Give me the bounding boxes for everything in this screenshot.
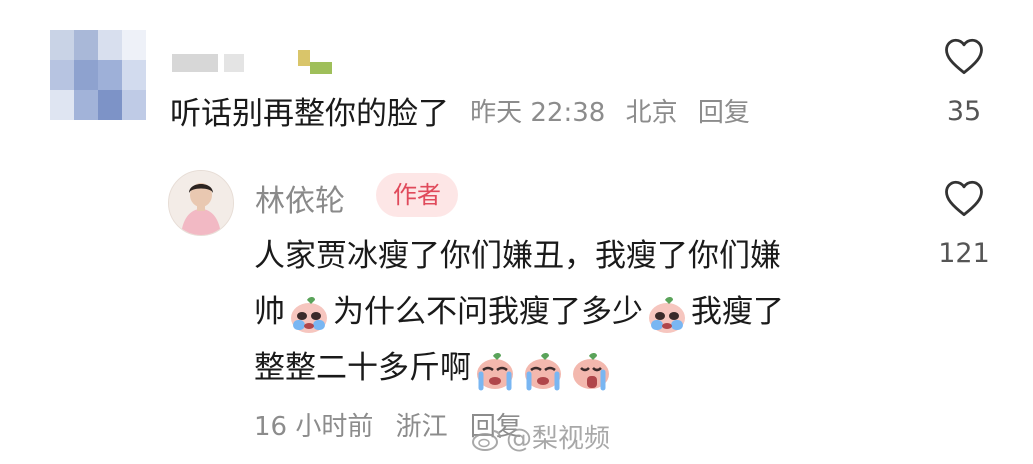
watermark: @梨视频 (472, 418, 610, 455)
comment-text: 听话别再整你的脸了 (170, 96, 449, 132)
reply-text: 人家贾冰瘦了你们嫌丑，我瘦了你们嫌 帅 为什么不问我瘦了多少 我瘦了 整整二十多… (254, 228, 894, 396)
wailing-emoji-icon (573, 352, 609, 390)
author-badge: 作者 (376, 173, 458, 217)
sobbing-emoji-icon (525, 352, 561, 390)
crying-emoji-icon (291, 296, 327, 333)
comment-time: 昨天 22:38 (470, 98, 606, 128)
reply-line-3: 整整二十多斤啊 (254, 340, 894, 396)
like-count: 35 (946, 96, 982, 127)
crying-emoji-icon (649, 296, 685, 333)
commenter-avatar-pixelated[interactable] (50, 30, 146, 120)
weibo-logo-icon (472, 429, 501, 451)
commenter-name-blurred[interactable] (172, 50, 372, 76)
comment-location: 北京 (625, 98, 678, 128)
reply-location: 浙江 (395, 412, 448, 442)
author-avatar[interactable] (168, 170, 234, 236)
reply-time: 16 小时前 (254, 412, 374, 442)
heart-icon[interactable] (943, 178, 985, 218)
reply-line-2: 帅 为什么不问我瘦了多少 我瘦了 (254, 284, 894, 340)
reply-line-1: 人家贾冰瘦了你们嫌丑，我瘦了你们嫌 (254, 238, 781, 274)
comment-row: 听话别再整你的脸了 昨天 22:38 北京 回复 (170, 88, 762, 134)
like-count: 121 (938, 238, 990, 269)
sobbing-emoji-icon (477, 352, 513, 390)
reply-link[interactable]: 回复 (698, 98, 750, 128)
heart-icon[interactable] (943, 36, 985, 76)
author-name[interactable]: 林依轮 (255, 176, 345, 220)
